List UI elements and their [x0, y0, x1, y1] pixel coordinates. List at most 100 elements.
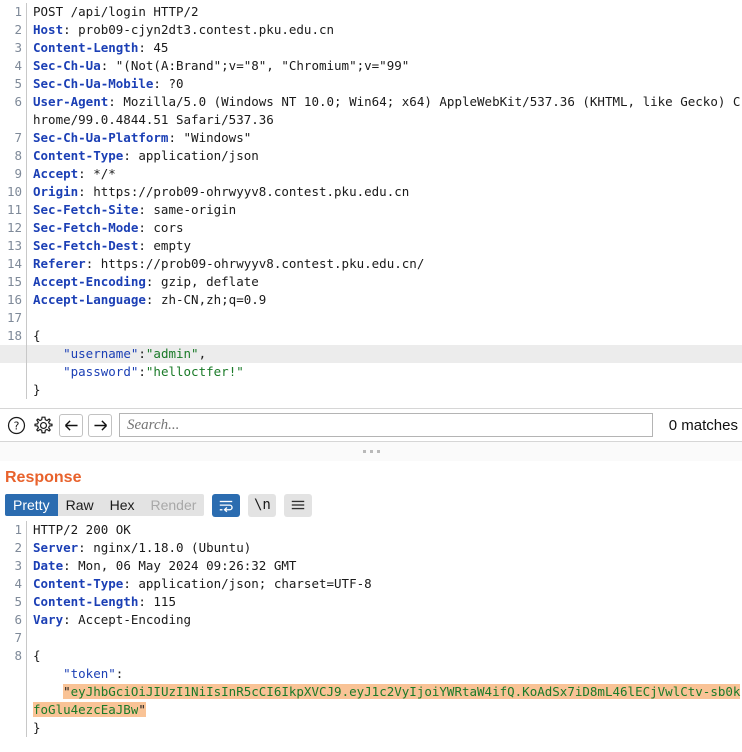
code-line-text: Sec-Fetch-Site: same-origin	[27, 201, 236, 219]
code-token: : application/json	[123, 148, 259, 163]
line-number: 3	[14, 558, 22, 573]
code-token: "password"	[63, 364, 139, 379]
code-line: 7	[0, 629, 742, 647]
code-line-text: Accept-Encoding: gzip, deflate	[27, 273, 259, 291]
code-line-text: Origin: https://prob09-ohrwyyv8.contest.…	[27, 183, 409, 201]
line-number: 5	[14, 76, 22, 91]
word-wrap-button[interactable]	[212, 493, 241, 517]
response-view-tabs: Pretty Raw Hex Render	[5, 494, 205, 516]
settings-button[interactable]	[32, 414, 54, 436]
code-line: 2 Host: prob09-cjyn2dt3.contest.pku.edu.c…	[0, 21, 742, 39]
code-token: : ?0	[153, 76, 184, 91]
line-number: 12	[6, 220, 22, 235]
code-line: 3 Date: Mon, 06 May 2024 09:26:32 GMT	[0, 557, 742, 575]
tab-pretty[interactable]: Pretty	[5, 494, 58, 516]
panel-splitter[interactable]	[0, 442, 742, 461]
code-token: Accept-Language	[33, 292, 146, 307]
code-token: : 115	[138, 594, 176, 609]
line-number: 1	[14, 522, 22, 537]
code-line-text: "eyJhbGciOiJIUzI1NiIsInR5cCI6IkpXVCJ9.ey…	[27, 683, 742, 719]
code-token: ,	[198, 346, 207, 361]
line-number: 2	[14, 22, 22, 37]
code-line-text: "token":	[27, 665, 123, 683]
code-line: 8{	[0, 647, 742, 665]
search-field-wrapper[interactable]	[119, 413, 653, 437]
search-prev-button[interactable]	[59, 413, 83, 437]
code-line-text: Accept: */*	[27, 165, 116, 183]
help-button[interactable]: ?	[5, 414, 27, 436]
code-token: : zh-CN,zh;q=0.9	[145, 292, 267, 307]
response-editor[interactable]: 1 HTTP/2 200 OK 2 Server: nginx/1.18.0 (Ubu…	[0, 518, 742, 752]
code-line: 4 Sec-Ch-Ua: "(Not(A:Brand";v="8", "Chrom…	[0, 57, 742, 75]
code-line-text: Accept-Language: zh-CN,zh;q=0.9	[27, 291, 266, 309]
code-line: 6 Vary: Accept-Encoding	[0, 611, 742, 629]
code-line: 6 User-Agent: Mozilla/5.0 (Windows NT 10.…	[0, 93, 742, 129]
code-token: Origin	[33, 184, 79, 199]
code-token: "username"	[63, 346, 139, 361]
code-token: Sec-Fetch-Dest	[33, 238, 139, 253]
line-number: 2	[14, 540, 22, 555]
response-toolbar: Pretty Raw Hex Render \n	[0, 492, 742, 518]
word-wrap-icon	[220, 500, 234, 512]
code-token: : nginx/1.18.0 (Ubuntu)	[78, 540, 252, 555]
svg-text:?: ?	[13, 419, 19, 432]
search-input[interactable]	[120, 416, 652, 434]
request-editor[interactable]: 1 POST /api/login HTTP/2 2 Host: prob09-cjy…	[0, 0, 742, 408]
code-token: : 45	[138, 40, 169, 55]
code-token: Sec-Ch-Ua-Platform	[33, 130, 169, 145]
code-line-text: Server: nginx/1.18.0 (Ubuntu)	[27, 539, 251, 557]
code-token: }	[33, 720, 41, 735]
code-line-text: HTTP/2 200 OK	[27, 521, 131, 539]
code-token: "admin"	[145, 346, 199, 361]
line-number: 1	[14, 4, 22, 19]
code-token: : https://prob09-ohrwyyv8.contest.pku.ed…	[78, 184, 410, 199]
response-menu-button[interactable]	[284, 493, 313, 517]
code-token: Sec-Fetch-Mode	[33, 220, 139, 235]
line-number: 6	[14, 612, 22, 627]
gutter-divider	[26, 309, 27, 327]
code-token: Content-Type	[33, 576, 124, 591]
code-line: 1 HTTP/2 200 OK	[0, 521, 742, 539]
code-token: :	[138, 364, 146, 379]
code-token: : Accept-Encoding	[63, 612, 192, 627]
code-line: 7 Sec-Ch-Ua-Platform: "Windows"	[0, 129, 742, 147]
line-number: 8	[14, 648, 22, 663]
tab-hex[interactable]: Hex	[102, 494, 143, 516]
tab-raw[interactable]: Raw	[58, 494, 102, 516]
code-line: 15 Accept-Encoding: gzip, deflate	[0, 273, 742, 291]
code-token: Host	[33, 22, 64, 37]
code-token: :	[138, 346, 146, 361]
line-number: 10	[6, 184, 22, 199]
code-line: "token":	[0, 665, 742, 683]
code-token: : application/json; charset=UTF-8	[123, 576, 372, 591]
code-line-text: Referer: https://prob09-ohrwyyv8.contest…	[27, 255, 424, 273]
line-number: 4	[14, 576, 22, 591]
code-line-text: User-Agent: Mozilla/5.0 (Windows NT 10.0…	[27, 93, 742, 129]
code-line: 5 Sec-Ch-Ua-Mobile: ?0	[0, 75, 742, 93]
code-line: 2 Server: nginx/1.18.0 (Ubuntu)	[0, 539, 742, 557]
newline-button[interactable]: \n	[248, 493, 277, 517]
match-count-label: 0 matches	[668, 416, 738, 434]
search-next-button[interactable]	[88, 413, 112, 437]
code-line: 4 Content-Type: application/json; charset…	[0, 575, 742, 593]
code-line: 10 Origin: https://prob09-ohrwyyv8.contes…	[0, 183, 742, 201]
code-token: Accept-Encoding	[33, 274, 146, 289]
code-line: 12 Sec-Fetch-Mode: cors	[0, 219, 742, 237]
code-line: 8 Content-Type: application/json	[0, 147, 742, 165]
code-line-text: Content-Length: 45	[27, 39, 168, 57]
code-line-text: "username":"admin",	[27, 345, 206, 363]
code-line: 11 Sec-Fetch-Site: same-origin	[0, 201, 742, 219]
code-token: : Mon, 06 May 2024 09:26:32 GMT	[63, 558, 297, 573]
line-number: 3	[14, 40, 22, 55]
line-number: 13	[6, 238, 22, 253]
line-number: 5	[14, 594, 22, 609]
hamburger-menu-icon	[292, 500, 305, 510]
code-token: }	[33, 382, 41, 397]
line-number: 4	[14, 58, 22, 73]
code-line: 18 {	[0, 327, 742, 345]
code-line-text: Sec-Ch-Ua: "(Not(A:Brand";v="8", "Chromi…	[27, 57, 409, 75]
